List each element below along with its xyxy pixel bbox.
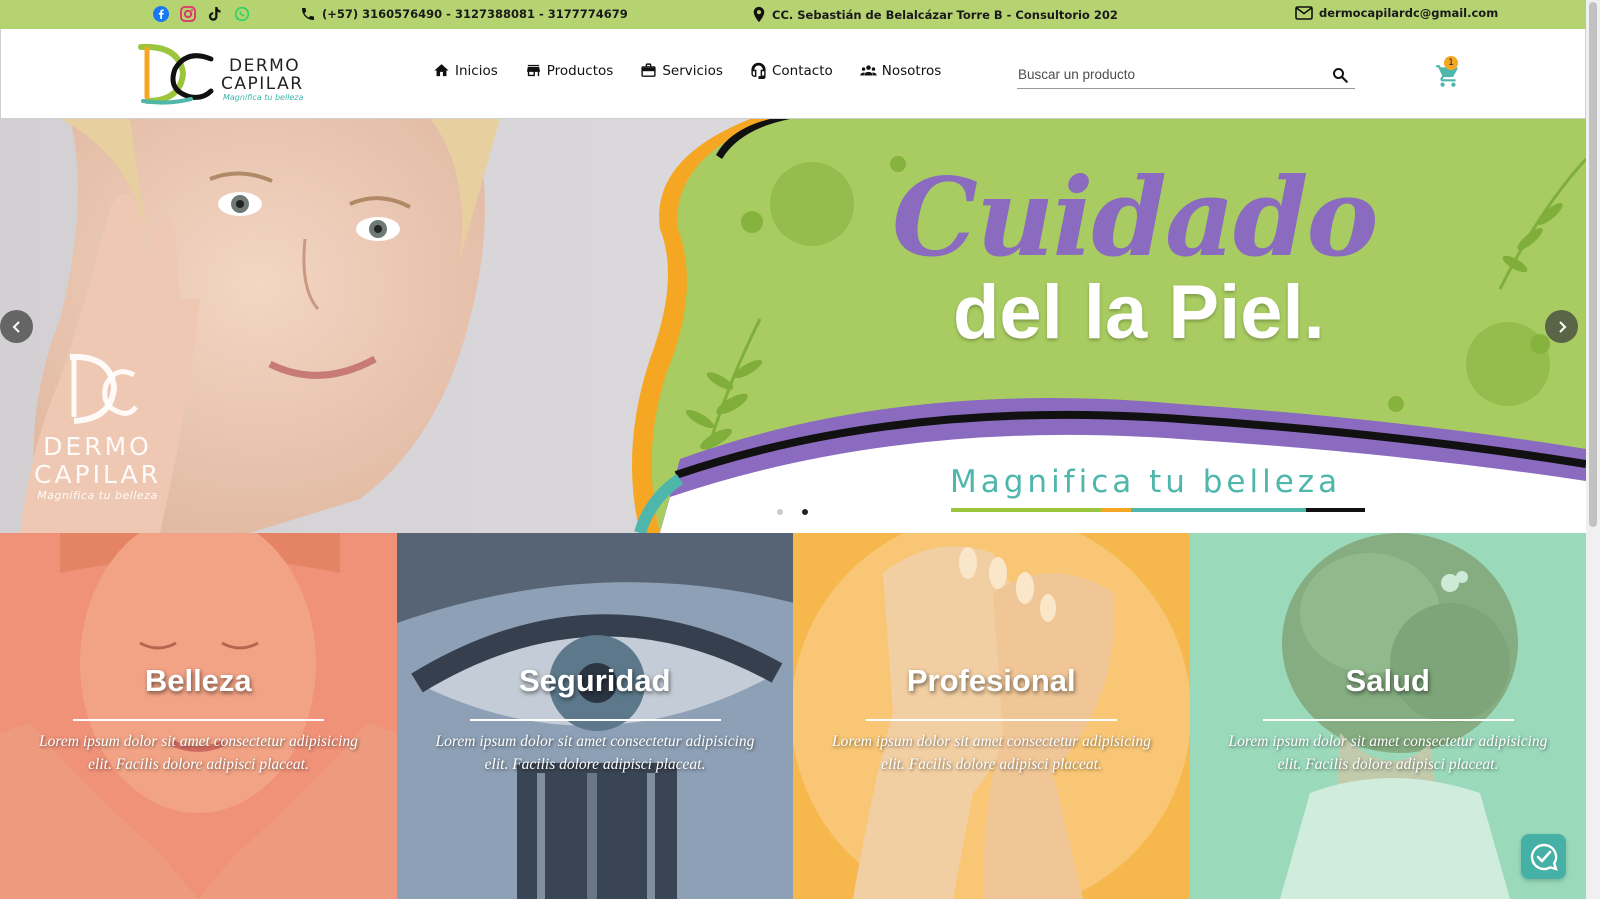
watermark-mark-icon bbox=[69, 353, 138, 424]
category-card-seguridad[interactable]: Seguridad Lorem ipsum dolor sit amet con… bbox=[396, 533, 793, 899]
carousel-prev-button[interactable] bbox=[0, 310, 33, 343]
category-cards: Belleza Lorem ipsum dolor sit amet conse… bbox=[0, 533, 1586, 899]
address-contact[interactable]: CC. Sebastián de Belalcázar Torre B - Co… bbox=[752, 6, 1118, 23]
headset-icon bbox=[751, 62, 766, 79]
chat-support-button[interactable] bbox=[1521, 834, 1566, 879]
location-pin-icon bbox=[753, 6, 765, 23]
nav-item-contacto[interactable]: Contacto bbox=[750, 62, 833, 79]
site-header: DERMO CAPILAR Magnifica tu belleza Inici… bbox=[0, 29, 1586, 119]
tiktok-icon[interactable] bbox=[206, 5, 224, 23]
carousel-dot-2[interactable] bbox=[802, 509, 808, 515]
search-bar bbox=[1017, 61, 1355, 89]
address-text: CC. Sebastián de Belalcázar Torre B - Co… bbox=[772, 7, 1118, 22]
watermark-line-2: CAPILAR bbox=[34, 460, 161, 489]
home-icon bbox=[434, 64, 449, 77]
category-title: Seguridad bbox=[518, 663, 671, 698]
nav-item-nosotros[interactable]: Nosotros bbox=[860, 62, 942, 79]
tagline-color-bar bbox=[951, 508, 1365, 512]
hero-carousel: DERMO CAPILAR Magnifica tu belleza Cuida… bbox=[0, 119, 1586, 533]
nav-label: Contacto bbox=[771, 62, 833, 79]
hero-main-title: del la Piel. bbox=[953, 270, 1325, 355]
hero-script-title: Cuidado bbox=[892, 155, 1379, 281]
page-scrollbar[interactable] bbox=[1586, 0, 1600, 899]
category-description: Lorem ipsum dolor sit amet consectetur a… bbox=[832, 733, 1151, 773]
category-image bbox=[793, 533, 1190, 899]
facebook-icon[interactable] bbox=[152, 5, 170, 23]
category-divider bbox=[73, 719, 324, 721]
nav-label: Productos bbox=[546, 62, 614, 79]
carousel-dot-1[interactable] bbox=[777, 509, 783, 515]
category-image bbox=[0, 533, 397, 899]
carousel-dots bbox=[777, 509, 808, 515]
phone-icon bbox=[302, 8, 314, 20]
category-image bbox=[396, 533, 793, 899]
category-description: Lorem ipsum dolor sit amet consectetur a… bbox=[1228, 733, 1548, 773]
mail-icon bbox=[1295, 6, 1313, 20]
watermark-line-1: DERMO bbox=[43, 432, 152, 461]
main-nav: Inicios Productos Servicios Contacto Nos… bbox=[433, 62, 941, 79]
logo-line-1: DERMO bbox=[229, 56, 301, 76]
scrollbar-thumb[interactable] bbox=[1589, 2, 1597, 527]
category-divider bbox=[469, 719, 721, 721]
logo-tagline: Magnifica tu belleza bbox=[223, 93, 304, 102]
chevron-left-icon bbox=[12, 320, 20, 333]
hero-watermark-logo: DERMO CAPILAR Magnifica tu belleza bbox=[30, 349, 165, 502]
category-divider bbox=[1262, 719, 1514, 721]
whatsapp-icon[interactable] bbox=[233, 5, 251, 23]
category-title: Salud bbox=[1345, 663, 1430, 698]
watermark-tagline: Magnifica tu belleza bbox=[37, 489, 158, 502]
email-text: dermocapilardc@gmail.com bbox=[1319, 6, 1499, 20]
category-title: Profesional bbox=[906, 663, 1076, 698]
nav-label: Inicios bbox=[455, 62, 498, 79]
social-links bbox=[152, 5, 251, 23]
phone-contact[interactable]: (+57) 3160576490 - 3127388081 - 31777746… bbox=[300, 6, 628, 22]
nav-item-servicios[interactable]: Servicios bbox=[640, 62, 723, 79]
category-title: Belleza bbox=[144, 663, 252, 698]
search-icon[interactable] bbox=[1331, 66, 1349, 84]
site-logo[interactable]: DERMO CAPILAR Magnifica tu belleza bbox=[137, 43, 315, 105]
logo-line-2: CAPILAR bbox=[221, 74, 304, 94]
chevron-right-icon bbox=[1558, 320, 1566, 333]
store-icon bbox=[526, 64, 540, 77]
email-contact[interactable]: dermocapilardc@gmail.com bbox=[1295, 6, 1498, 20]
nav-item-inicios[interactable]: Inicios bbox=[433, 62, 498, 79]
hero-tagline: Magnifica tu belleza bbox=[950, 464, 1342, 500]
top-bar: (+57) 3160576490 - 3127388081 - 31777746… bbox=[0, 0, 1586, 29]
logo-mark-icon bbox=[138, 43, 214, 105]
search-input[interactable] bbox=[1017, 67, 1317, 82]
briefcase-icon bbox=[641, 63, 656, 77]
nav-item-productos[interactable]: Productos bbox=[525, 62, 614, 79]
category-description: Lorem ipsum dolor sit amet consectetur a… bbox=[39, 733, 358, 773]
category-divider bbox=[866, 719, 1117, 721]
instagram-icon[interactable] bbox=[179, 5, 197, 23]
nav-label: Nosotros bbox=[881, 62, 942, 79]
group-icon bbox=[860, 65, 877, 76]
nav-label: Servicios bbox=[662, 62, 723, 79]
category-description: Lorem ipsum dolor sit amet consectetur a… bbox=[435, 733, 755, 773]
phone-text: (+57) 3160576490 - 3127388081 - 31777746… bbox=[322, 7, 628, 21]
chat-check-icon bbox=[1530, 843, 1558, 871]
carousel-next-button[interactable] bbox=[1545, 310, 1578, 343]
category-card-belleza[interactable]: Belleza Lorem ipsum dolor sit amet conse… bbox=[0, 533, 397, 899]
category-card-profesional[interactable]: Profesional Lorem ipsum dolor sit amet c… bbox=[793, 533, 1190, 899]
cart-count-badge: 1 bbox=[1444, 56, 1458, 70]
